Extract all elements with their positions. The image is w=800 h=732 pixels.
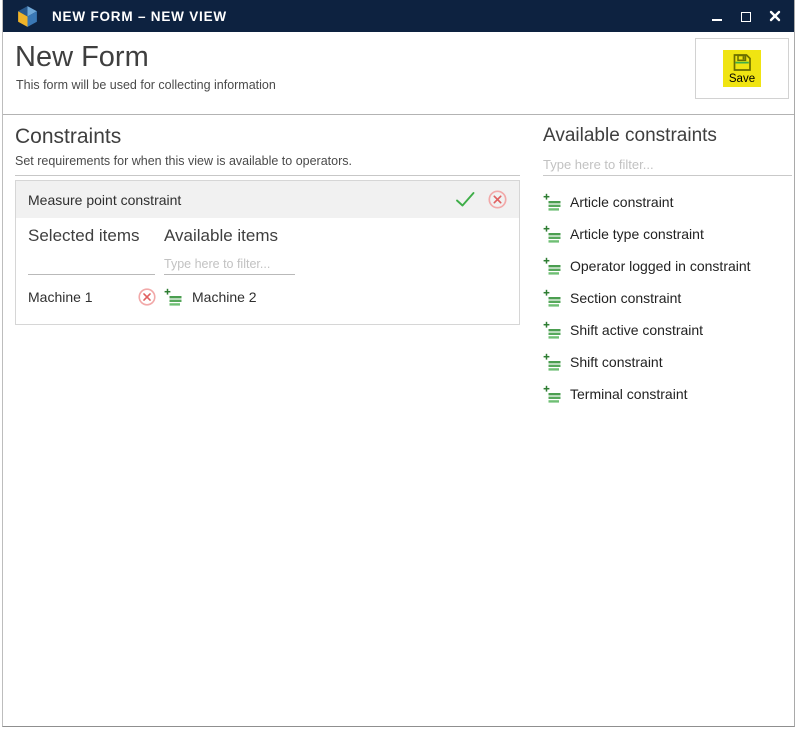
available-constraint-item[interactable]: Shift active constraint — [543, 314, 792, 346]
check-icon — [455, 191, 476, 208]
available-item-label: Machine 2 — [192, 289, 257, 305]
available-constraint-item[interactable]: Operator logged in constraint — [543, 250, 792, 282]
available-items-column: Available items Machine 2 — [164, 226, 507, 306]
measure-point-constraint-panel: Measure point constraint — [15, 180, 520, 325]
constraint-label: Operator logged in constraint — [570, 258, 751, 274]
available-constraint-item[interactable]: Section constraint — [543, 282, 792, 314]
constraint-label: Terminal constraint — [570, 386, 688, 402]
constraint-panel-body: Selected items Machine 1 — [16, 218, 519, 324]
add-to-list-icon — [543, 193, 561, 211]
save-floppy-icon — [732, 53, 752, 72]
titlebar: NEW FORM – NEW VIEW — [3, 0, 794, 32]
window-controls — [710, 9, 782, 23]
remove-item-button[interactable] — [138, 288, 156, 306]
circled-x-icon — [138, 288, 156, 306]
constraint-label: Shift constraint — [570, 354, 663, 370]
available-constraint-item[interactable]: Article constraint — [543, 186, 792, 218]
save-button[interactable]: Save — [723, 50, 761, 87]
add-to-list-icon — [543, 321, 561, 339]
maximize-button[interactable] — [739, 9, 753, 23]
available-items-filter-input[interactable] — [164, 254, 295, 275]
constraint-label: Article type constraint — [570, 226, 704, 242]
constraints-section: Constraints Set requirements for when th… — [15, 125, 520, 325]
available-constraint-item[interactable]: Shift constraint — [543, 346, 792, 378]
constraint-label: Shift active constraint — [570, 322, 703, 338]
toolbar: Save — [695, 38, 789, 99]
selected-item-label: Machine 1 — [28, 289, 93, 305]
constraint-panel-header: Measure point constraint — [16, 181, 519, 218]
add-to-list-icon — [543, 289, 561, 307]
available-constraints-section: Available constraints Article constraint… — [543, 125, 792, 410]
add-to-list-icon — [543, 353, 561, 371]
selected-items-column: Selected items Machine 1 — [28, 226, 164, 306]
close-icon — [769, 10, 781, 22]
available-constraints-heading: Available constraints — [543, 125, 792, 147]
available-constraints-filter-input[interactable] — [543, 153, 792, 176]
constraint-label: Section constraint — [570, 290, 681, 306]
available-items-heading: Available items — [164, 226, 507, 246]
available-item-row[interactable]: Machine 2 — [164, 288, 507, 306]
add-to-list-icon — [543, 225, 561, 243]
add-to-list-icon — [164, 288, 182, 306]
add-to-list-icon — [543, 385, 561, 403]
page-header: New Form This form will be used for coll… — [3, 32, 794, 115]
remove-constraint-button[interactable] — [488, 190, 507, 209]
available-constraint-item[interactable]: Article type constraint — [543, 218, 792, 250]
constraints-heading: Constraints — [15, 125, 520, 149]
app-window: NEW FORM – NEW VIEW New Form This form w… — [2, 0, 795, 727]
available-constraints-list: Article constraint Article type constrai… — [543, 186, 792, 410]
constraint-label: Article constraint — [570, 194, 673, 210]
minimize-button[interactable] — [710, 9, 724, 23]
add-to-list-icon — [543, 257, 561, 275]
page-title: New Form — [15, 41, 149, 74]
selected-items-filter-input[interactable] — [28, 254, 155, 275]
save-button-label: Save — [729, 73, 755, 85]
close-button[interactable] — [768, 9, 782, 23]
constraints-description: Set requirements for when this view is a… — [15, 154, 520, 176]
page-subtitle: This form will be used for collecting in… — [16, 78, 276, 92]
confirm-constraint-button[interactable] — [455, 191, 476, 208]
constraint-title: Measure point constraint — [28, 192, 181, 208]
circled-x-icon — [488, 190, 507, 209]
selected-items-heading: Selected items — [28, 226, 164, 246]
selected-item-row: Machine 1 — [28, 288, 160, 306]
window-title: NEW FORM – NEW VIEW — [52, 9, 227, 24]
maximize-icon — [741, 12, 751, 22]
minimize-icon — [712, 19, 722, 21]
app-logo-cube-icon — [15, 4, 40, 29]
available-constraint-item[interactable]: Terminal constraint — [543, 378, 792, 410]
